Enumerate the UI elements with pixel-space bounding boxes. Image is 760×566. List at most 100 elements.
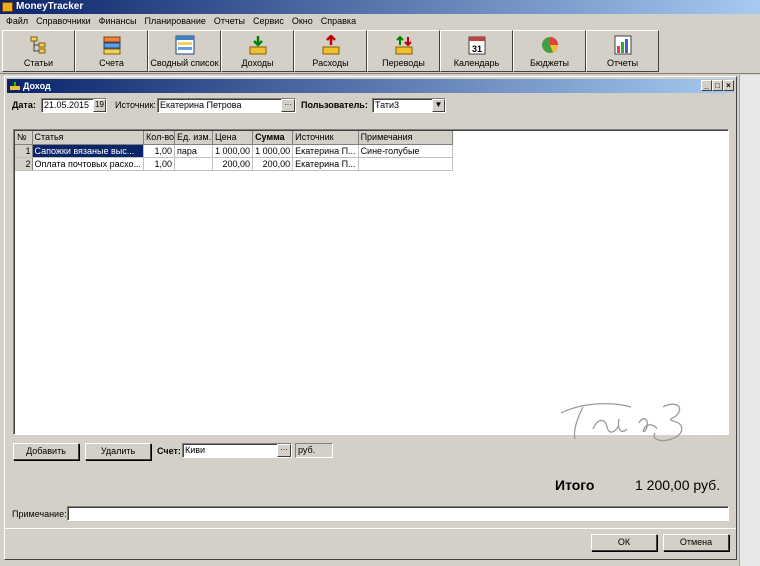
cell-price[interactable]: 1 000,00 [212,144,254,158]
toolbar-expense-button[interactable]: Расходы [294,30,367,72]
vertical-scrollbar[interactable] [739,75,760,566]
col-unit[interactable]: Ед. изм. [174,131,214,145]
list-icon [175,35,194,55]
source-label: Источник: [115,100,156,110]
cell-note[interactable] [358,157,453,171]
cancel-button[interactable]: Отмена [663,534,729,551]
col-source[interactable]: Источник [292,131,359,145]
income-window: Доход _ □ × Дата: 21.05.2015 19 Источник… [4,76,737,560]
total-label: Итого [555,477,595,493]
ok-button[interactable]: ОК [591,534,657,551]
toolbar-calendar-button[interactable]: 31 Календарь [440,30,513,72]
app-title: MoneyTracker [16,1,84,12]
app-titlebar: MoneyTracker [0,0,760,14]
toolbar: Статьи Счета Сводный список Доходы Расхо… [0,29,760,74]
col-number[interactable]: № [15,131,33,145]
cell-item[interactable]: Оплата почтовых расхо... [32,157,145,171]
toolbar-label: Сводный список [150,58,219,68]
toolbar-budgets-button[interactable]: Бюджеты [513,30,586,72]
col-notes[interactable]: Примечания [358,131,453,145]
menu-directories[interactable]: Справочники [32,14,95,29]
pie-icon [541,37,558,53]
cell-sum[interactable]: 200,00 [252,157,294,171]
watermark-signature [560,403,683,442]
toolbar-label: Календарь [453,58,500,68]
toolbar-label: Переводы [382,58,425,68]
chevron-down-icon: ▼ [434,100,443,109]
maximize-button[interactable]: □ [712,80,723,91]
expense-icon [322,35,339,55]
row-number: 1 [15,144,33,158]
bar-chart-icon [614,35,631,55]
col-sum[interactable]: Сумма [252,131,294,145]
cell-qty[interactable]: 1,00 [143,157,176,171]
add-button[interactable]: Добавить [13,443,79,460]
toolbar-label: Бюджеты [529,58,570,68]
cell-price[interactable]: 200,00 [212,157,254,171]
cards-icon [103,36,120,55]
toolbar-summary-button[interactable]: Сводный список [148,30,221,72]
toolbar-label: Счета [99,58,124,68]
tree-icon [30,36,45,54]
toolbar-income-button[interactable]: Доходы [221,30,294,72]
menu-finance[interactable]: Финансы [95,14,141,29]
window-titlebar: Доход _ □ × [7,79,734,93]
items-table: № Статья Кол-во Ед. изм. Цена Сумма Исто… [15,131,453,171]
total-value: 1 200,00 руб. [635,477,721,493]
menubar: Файл Справочники Финансы Планирование От… [0,14,760,29]
cell-source[interactable]: Екатерина П... [292,144,359,158]
col-qty[interactable]: Кол-во [143,131,176,145]
items-grid[interactable]: № Статья Кол-во Ед. изм. Цена Сумма Исто… [13,129,729,435]
calendar-icon: 31 [468,36,485,55]
menu-file[interactable]: Файл [2,14,32,29]
menu-reports[interactable]: Отчеты [210,14,249,29]
delete-button[interactable]: Удалить [85,443,151,460]
cell-note[interactable]: Сине-голубые [358,144,453,158]
table-row[interactable]: 1 Сапожки вязаные выс... 1,00 пара 1 000… [15,144,453,158]
col-price[interactable]: Цена [212,131,254,145]
menu-window[interactable]: Окно [288,14,317,29]
user-label: Пользователь: [301,100,368,110]
toolbar-label: Расходы [312,58,349,68]
toolbar-transfers-button[interactable]: Переводы [367,30,440,72]
menu-help[interactable]: Справка [317,14,360,29]
date-label: Дата: [12,100,36,110]
app-icon [2,2,13,12]
note-field[interactable] [67,506,729,521]
date-picker-button[interactable]: 19 [93,99,106,112]
cell-source[interactable]: Екатерина П... [292,157,359,171]
account-select-button[interactable]: ··· [277,444,291,457]
income-icon [249,36,266,55]
calendar-day-text: 31 [471,44,481,54]
table-header: № Статья Кол-во Ед. изм. Цена Сумма Исто… [15,131,453,145]
close-button[interactable]: × [723,80,734,91]
minimize-button[interactable]: _ [701,80,712,91]
source-field[interactable]: Екатерина Петрова [157,98,296,113]
currency-field: руб. [295,443,333,458]
row-number: 2 [15,157,33,171]
note-label: Примечание: [12,509,67,519]
toolbar-accounts-button[interactable]: Счета [75,30,148,72]
account-label: Счет: [157,446,181,456]
bottom-divider [5,528,736,529]
toolbar-label: Доходы [241,58,274,68]
window-title: Доход [23,81,51,91]
cell-unit[interactable] [174,157,214,171]
cell-sum[interactable]: 1 000,00 [252,144,294,158]
toolbar-reports-button[interactable]: Отчеты [586,30,659,72]
user-dropdown-button[interactable]: ▼ [432,99,445,112]
table-row[interactable]: 2 Оплата почтовых расхо... 1,00 200,00 2… [15,157,453,171]
source-select-button[interactable]: ··· [281,99,295,112]
menu-planning[interactable]: Планирование [140,14,209,29]
toolbar-articles-button[interactable]: Статьи [2,30,75,72]
toolbar-label: Статьи [23,58,54,68]
cell-item[interactable]: Сапожки вязаные выс... [32,144,145,158]
toolbar-label: Отчеты [606,58,639,68]
cell-unit[interactable]: пара [174,144,214,158]
col-item[interactable]: Статья [32,131,145,145]
menu-service[interactable]: Сервис [249,14,288,29]
cell-qty[interactable]: 1,00 [143,144,176,158]
income-window-icon [10,82,20,90]
account-field[interactable]: Киви [182,443,292,458]
transfer-icon [395,35,412,55]
